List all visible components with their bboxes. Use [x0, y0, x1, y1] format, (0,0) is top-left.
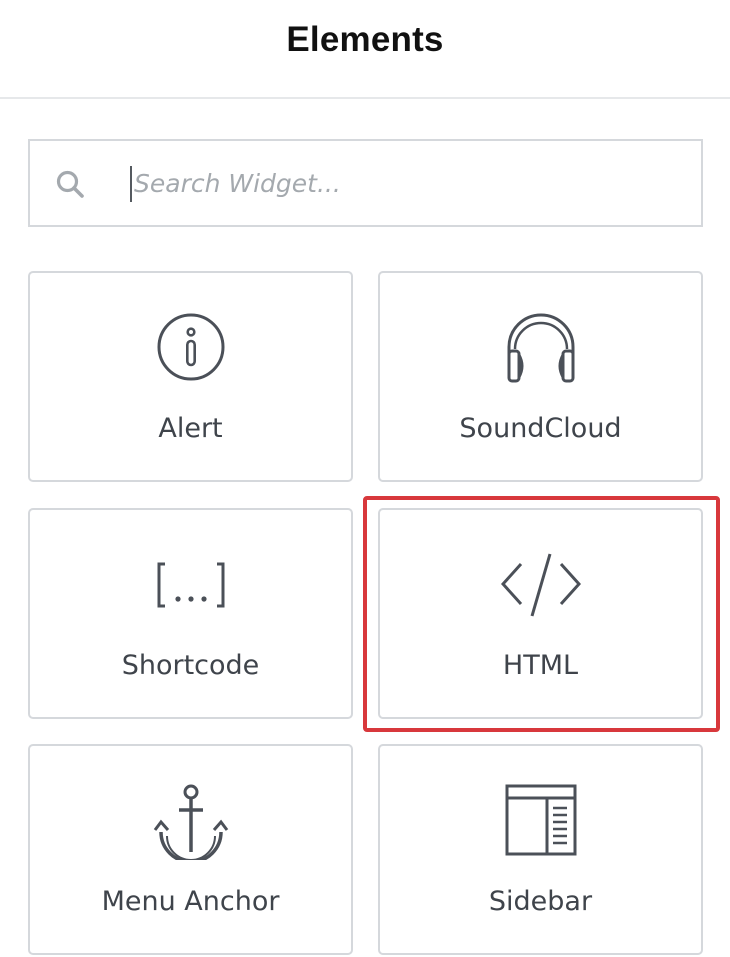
text-cursor	[130, 166, 132, 202]
search-input[interactable]	[134, 159, 674, 207]
widget-sidebar[interactable]: Sidebar	[378, 744, 703, 955]
widget-soundcloud[interactable]: SoundCloud	[378, 271, 703, 482]
shortcode-brackets-icon	[157, 562, 224, 608]
search-icon	[56, 170, 84, 198]
widget-html[interactable]: HTML	[378, 508, 703, 719]
widget-label: Alert	[158, 413, 223, 444]
code-icon	[500, 553, 581, 617]
search-box[interactable]	[28, 139, 703, 227]
panel-header: Elements	[0, 0, 730, 99]
widget-label: Shortcode	[121, 650, 260, 681]
sidebar-layout-icon	[505, 784, 576, 856]
widget-label: Menu Anchor	[101, 886, 280, 917]
widget-alert[interactable]: Alert	[28, 271, 353, 482]
info-circle-icon	[157, 313, 224, 381]
widget-label: Sidebar	[488, 886, 593, 917]
widget-label: SoundCloud	[459, 413, 622, 444]
widget-label: HTML	[502, 650, 579, 681]
anchor-icon	[153, 784, 228, 860]
widget-menu-anchor[interactable]: Menu Anchor	[28, 744, 353, 955]
headphones-icon	[507, 313, 574, 383]
panel-title: Elements	[286, 20, 444, 59]
widget-shortcode[interactable]: Shortcode	[28, 508, 353, 719]
